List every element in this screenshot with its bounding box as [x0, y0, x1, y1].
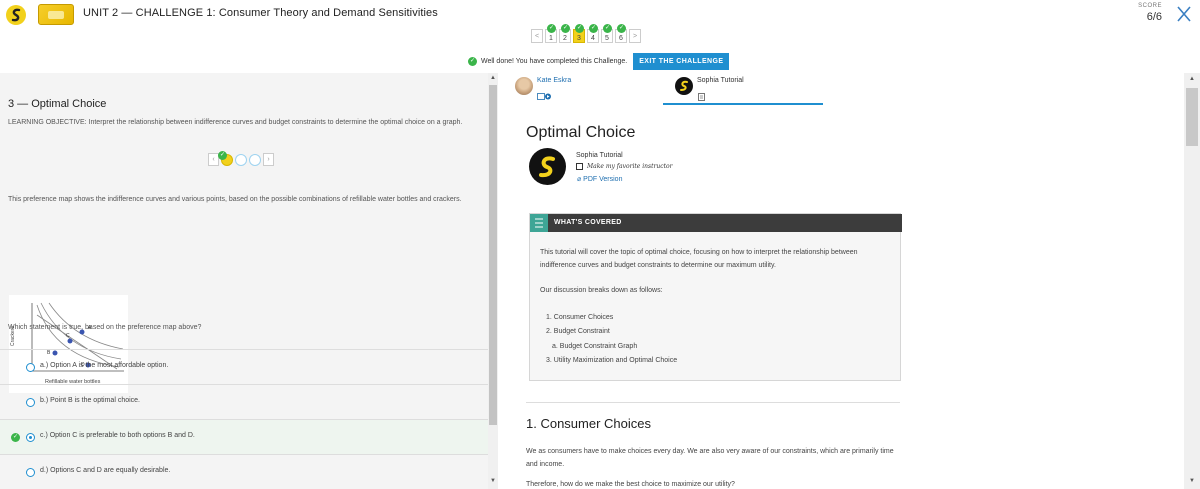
- active-tab-indicator: [663, 103, 823, 105]
- pdf-version-label: PDF Version: [583, 176, 623, 183]
- question-prompt: Which statement is true, based on the pr…: [8, 324, 202, 331]
- whats-covered-label: WHAT'S COVERED: [554, 219, 622, 226]
- correct-check-icon: ✓: [11, 433, 20, 442]
- whats-covered-box: WHAT'S COVERED This tutorial will cover …: [529, 213, 902, 381]
- question-step-pager: ‹ ✓ ›: [208, 150, 274, 166]
- radio-button[interactable]: [26, 433, 35, 442]
- course-thumbnail: [38, 4, 74, 25]
- question-heading: 3 — Optimal Choice: [8, 98, 107, 110]
- question-pane: 3 — Optimal Choice LEARNING OBJECTIVE: I…: [0, 73, 488, 489]
- option-text: b.) Point B is the optimal choice.: [40, 397, 140, 404]
- tab-label: Kate Eskra: [537, 77, 572, 84]
- page-number: 4: [591, 35, 595, 42]
- option-text: a.) Option A is the most affordable opti…: [40, 362, 169, 369]
- covered-intro: This tutorial will cover the topic of op…: [540, 249, 858, 269]
- check-icon: ✓: [603, 24, 612, 33]
- check-icon: ✓: [617, 24, 626, 33]
- top-bar: UNIT 2 — CHALLENGE 1: Consumer Theory an…: [0, 0, 1200, 29]
- score-value: 6/6: [1146, 11, 1162, 23]
- list-icon: [530, 214, 548, 232]
- pager-page-1[interactable]: ✓ 1: [545, 24, 557, 43]
- favorite-label: Make my favorite instructor: [587, 163, 673, 170]
- covered-item: 2. Budget Constraint: [546, 328, 610, 335]
- whats-covered-header: WHAT'S COVERED: [530, 214, 902, 232]
- pager-page-5[interactable]: ✓ 5: [601, 24, 613, 43]
- page-number: 3: [577, 35, 581, 42]
- option-text: c.) Option C is preferable to both optio…: [40, 432, 195, 439]
- scroll-down-icon[interactable]: ▼: [1189, 478, 1195, 484]
- tutorial-scrollbar-thumb[interactable]: [1186, 88, 1198, 146]
- tab-kate-eskra[interactable]: Kate Eskra: [510, 75, 660, 105]
- tab-sophia-tutorial[interactable]: Sophia Tutorial: [668, 75, 823, 105]
- avatar: [515, 77, 533, 95]
- step-dot-2[interactable]: [235, 153, 247, 166]
- sophia-logo-icon[interactable]: [6, 5, 26, 25]
- check-icon: ✓: [575, 24, 584, 33]
- learning-objective: LEARNING OBJECTIVE: Interpret the relati…: [8, 119, 463, 126]
- scroll-up-icon[interactable]: ▲: [490, 75, 496, 81]
- check-icon: ✓: [218, 150, 227, 160]
- check-circle-icon: ✓: [468, 56, 477, 66]
- section-title: 1. Consumer Choices: [526, 416, 651, 431]
- point-label-c: C: [66, 333, 70, 339]
- check-icon: ✓: [561, 24, 570, 33]
- radio-button[interactable]: [26, 398, 35, 407]
- pager-page-4[interactable]: ✓ 4: [587, 24, 599, 43]
- section-paragraph: We as consumers have to make choices eve…: [526, 448, 894, 468]
- step-dot-1[interactable]: ✓: [218, 150, 233, 166]
- document-icon: [698, 88, 705, 101]
- tutorial-title: Optimal Choice: [526, 124, 636, 141]
- covered-item: 1. Consumer Choices: [546, 314, 614, 321]
- page-number: 2: [563, 35, 567, 42]
- covered-breakdown: Our discussion breaks down as follows:: [540, 287, 663, 294]
- answer-option-c[interactable]: ✓ c.) Option C is preferable to both opt…: [0, 419, 488, 454]
- pager-next-button[interactable]: >: [629, 29, 641, 43]
- section-paragraph-2: Therefore, how do we make the best choic…: [526, 481, 735, 488]
- pager-page-3[interactable]: ✓ 3: [573, 24, 585, 43]
- radio-button[interactable]: [26, 468, 35, 477]
- pager-prev-button[interactable]: <: [531, 29, 543, 43]
- answer-option-d[interactable]: d.) Options C and D are equally desirabl…: [0, 454, 488, 489]
- option-text: d.) Options C and D are equally desirabl…: [40, 467, 171, 474]
- scroll-up-icon[interactable]: ▲: [1189, 76, 1195, 82]
- pager-page-2[interactable]: ✓ 2: [559, 24, 571, 43]
- covered-item: 3. Utility Maximization and Optimal Choi…: [546, 357, 678, 364]
- question-scrollbar-thumb[interactable]: [489, 85, 497, 425]
- status-message: Well done! You have completed this Chall…: [481, 57, 628, 65]
- tab-label: Sophia Tutorial: [697, 77, 744, 84]
- page-number: 6: [619, 35, 623, 42]
- page-number: 5: [605, 35, 609, 42]
- sophia-logo-icon: [529, 148, 566, 185]
- answer-option-a[interactable]: a.) Option A is the most affordable opti…: [0, 349, 488, 384]
- pager-page-6[interactable]: ✓ 6: [615, 24, 627, 43]
- completion-status: ✓ Well done! You have completed this Cha…: [468, 52, 730, 70]
- sophia-avatar: [675, 77, 693, 95]
- radio-button[interactable]: [26, 363, 35, 372]
- step-next-button[interactable]: ›: [263, 153, 274, 166]
- page-number: 1: [549, 35, 553, 42]
- scroll-down-icon[interactable]: ▼: [490, 478, 496, 484]
- paperclip-icon: ⌀: [577, 176, 582, 183]
- video-icon: [537, 87, 552, 100]
- section-divider: [526, 402, 900, 403]
- score-label: SCORE: [1138, 3, 1162, 9]
- course-title: UNIT 2 — CHALLENGE 1: Consumer Theory an…: [83, 7, 438, 19]
- check-icon: ✓: [547, 24, 556, 33]
- close-icon[interactable]: [1174, 4, 1194, 24]
- question-intro: This preference map shows the indifferen…: [8, 196, 462, 203]
- favorite-checkbox[interactable]: [576, 163, 583, 170]
- exit-challenge-button[interactable]: EXIT THE CHALLENGE: [633, 52, 730, 70]
- covered-subitem: a. Budget Constraint Graph: [552, 343, 638, 350]
- tutorial-tabs: Kate Eskra Sophia Tutorial: [510, 75, 823, 105]
- pdf-version-link[interactable]: ⌀ PDF Version: [577, 175, 622, 183]
- check-icon: ✓: [589, 24, 598, 33]
- challenge-pager: < ✓ 1 ✓ 2 ✓ 3 ✓ 4 ✓ 5 ✓ 6 >: [531, 24, 641, 45]
- step-dot-3[interactable]: [249, 153, 261, 166]
- answer-option-b[interactable]: b.) Point B is the optimal choice.: [0, 384, 488, 419]
- author-name: Sophia Tutorial: [576, 152, 623, 159]
